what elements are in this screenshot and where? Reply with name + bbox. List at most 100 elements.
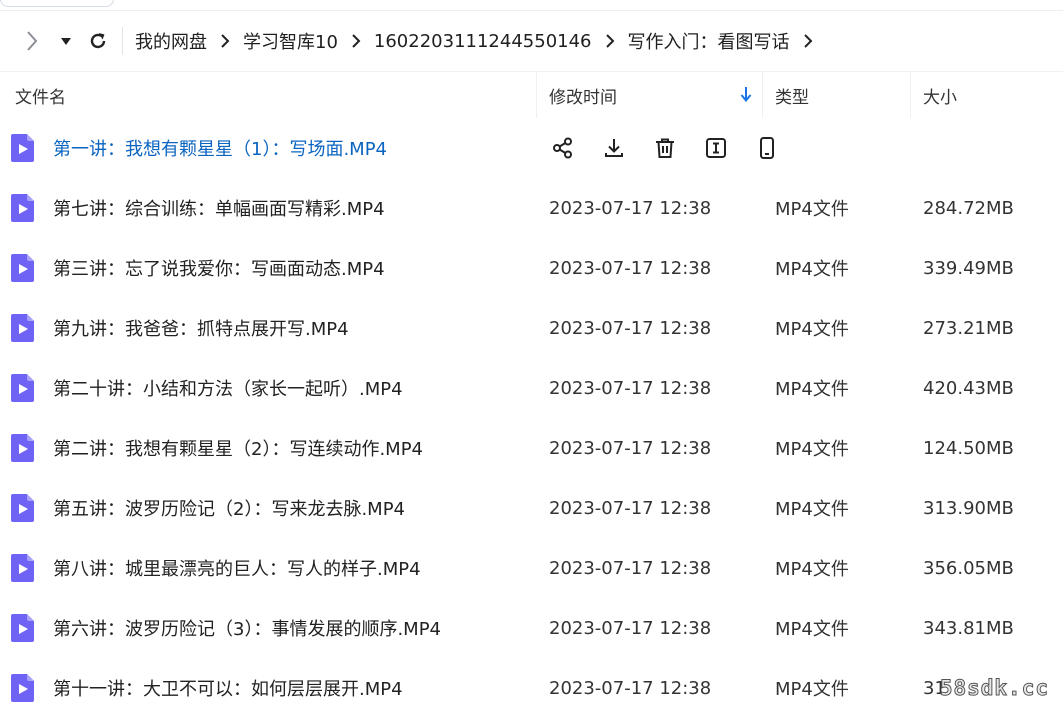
modified-time: 2023-07-17 12:38 [549, 617, 712, 639]
file-size: 339.49MB [923, 257, 1014, 279]
column-header-modified-time[interactable]: 修改时间 [536, 72, 762, 118]
sort-descending-icon [740, 87, 752, 102]
file-name[interactable]: 第八讲：城里最漂亮的巨人：写人的样子.MP4 [53, 555, 421, 581]
video-file-icon [11, 434, 34, 462]
file-name[interactable]: 第二讲：我想有颗星星（2）：写连续动作.MP4 [53, 435, 423, 461]
chevron-right-icon [211, 27, 239, 55]
video-file-icon [11, 254, 34, 282]
video-file-icon [11, 374, 34, 402]
video-file-icon [11, 494, 34, 522]
file-row[interactable]: 第七讲：综合训练：单幅画面写精彩.MP4 2023-07-17 12:38 MP4文… [0, 178, 1063, 238]
file-size: 420.43MB [923, 377, 1014, 399]
row-actions [536, 135, 805, 161]
delete-icon [656, 138, 674, 158]
refresh-icon [90, 33, 106, 49]
file-type: MP4文件 [775, 439, 849, 460]
file-type: MP4文件 [775, 559, 849, 580]
video-file-icon [11, 674, 34, 702]
file-size: 356.05MB [923, 557, 1014, 579]
video-file-icon [11, 134, 34, 162]
file-row[interactable]: 第八讲：城里最漂亮的巨人：写人的样子.MP4 2023-07-17 12:38 MP… [0, 538, 1063, 598]
video-file-icon [11, 614, 34, 642]
modified-time: 2023-07-17 12:38 [549, 497, 712, 519]
rename-button[interactable] [703, 135, 729, 161]
file-type: MP4文件 [775, 499, 849, 520]
file-name-cell[interactable]: 第八讲：城里最漂亮的巨人：写人的样子.MP4 [0, 553, 536, 583]
modified-time: 2023-07-17 12:38 [549, 437, 712, 459]
file-name-cell[interactable]: 第五讲：波罗历险记（2）：写来龙去脉.MP4 [0, 493, 536, 523]
file-name[interactable]: 第二十讲：小结和方法（家长一起听）.MP4 [53, 375, 403, 401]
file-name-cell[interactable]: 第十一讲：大卫不可以：如何层层展开.MP4 [0, 673, 536, 703]
file-row[interactable]: 第五讲：波罗历险记（2）：写来龙去脉.MP4 2023-07-17 12:38 MP… [0, 478, 1063, 538]
share-button[interactable] [550, 135, 576, 161]
rename-icon [706, 138, 726, 158]
nav-divider [122, 27, 123, 55]
file-name[interactable]: 第五讲：波罗历险记（2）：写来龙去脉.MP4 [53, 495, 405, 521]
file-name-cell[interactable]: 第三讲：忘了说我爱你：写画面动态.MP4 [0, 253, 536, 283]
modified-time: 2023-07-17 12:38 [549, 257, 712, 279]
file-name[interactable]: 第六讲：波罗历险记（3）：事情发展的顺序.MP4 [53, 615, 441, 641]
window-tab-edge [0, 0, 114, 7]
breadcrumb: 我的网盘 学习智库10 1602203111244550146 写作入门：看图写… [131, 27, 822, 55]
file-row[interactable]: 第一讲：我想有颗星星（1）：写场面.MP4 [0, 118, 1063, 178]
file-name[interactable]: 第三讲：忘了说我爱你：写画面动态.MP4 [53, 255, 385, 281]
file-row[interactable]: 第九讲：我爸爸：抓特点展开写.MP4 2023-07-17 12:38 MP4文件 2… [0, 298, 1063, 358]
file-name-cell[interactable]: 第九讲：我爸爸：抓特点展开写.MP4 [0, 313, 536, 343]
file-name[interactable]: 第一讲：我想有颗星星（1）：写场面.MP4 [53, 135, 387, 161]
video-file-icon [11, 194, 34, 222]
file-name[interactable]: 第九讲：我爸爸：抓特点展开写.MP4 [53, 315, 349, 341]
file-name-cell[interactable]: 第二十讲：小结和方法（家长一起听）.MP4 [0, 373, 536, 403]
file-row[interactable]: 第三讲：忘了说我爱你：写画面动态.MP4 2023-07-17 12:38 MP4文… [0, 238, 1063, 298]
download-icon [605, 139, 623, 157]
chevron-right-icon[interactable] [794, 27, 822, 55]
delete-button[interactable] [652, 135, 678, 161]
file-size: 273.21MB [923, 317, 1014, 339]
modified-time: 2023-07-17 12:38 [549, 197, 712, 219]
breadcrumb-item-root[interactable]: 我的网盘 [131, 28, 211, 54]
chevron-right-icon [342, 27, 370, 55]
file-size: 313.90MB [923, 497, 1014, 519]
breadcrumb-item-subfolder[interactable]: 1602203111244550146 [370, 31, 596, 52]
breadcrumb-item-current[interactable]: 写作入门：看图写话 [624, 28, 794, 54]
file-type: MP4文件 [775, 199, 849, 220]
file-row[interactable]: 第二十讲：小结和方法（家长一起听）.MP4 2023-07-17 12:38 MP4… [0, 358, 1063, 418]
column-header-type[interactable]: 类型 [762, 72, 910, 118]
file-name-cell[interactable]: 第二讲：我想有颗星星（2）：写连续动作.MP4 [0, 433, 536, 463]
file-row[interactable]: 第十一讲：大卫不可以：如何层层展开.MP4 2023-07-17 12:38 MP4… [0, 658, 1063, 718]
video-file-icon [11, 554, 34, 582]
refresh-button[interactable] [82, 25, 114, 57]
file-size: 284.72MB [923, 197, 1014, 219]
caret-down-icon [61, 38, 71, 45]
breadcrumb-item-folder[interactable]: 学习智库10 [239, 28, 342, 54]
column-header-name[interactable]: 文件名 [0, 72, 536, 118]
modified-time: 2023-07-17 12:38 [549, 377, 712, 399]
file-type: MP4文件 [775, 679, 849, 700]
modified-time: 2023-07-17 12:38 [549, 557, 712, 579]
top-strip [0, 0, 1063, 11]
file-list: 第一讲：我想有颗星星（1）：写场面.MP4 第七讲：综合训练：单幅画面写精彩.MP… [0, 118, 1063, 718]
column-header-row: 文件名 修改时间 类型 大小 [0, 72, 1063, 118]
download-button[interactable] [601, 135, 627, 161]
modified-time: 2023-07-17 12:38 [549, 317, 712, 339]
column-header-size[interactable]: 大小 [910, 72, 1063, 118]
navigation-bar: 我的网盘 学习智库10 1602203111244550146 写作入门：看图写… [0, 11, 1063, 72]
history-dropdown-button[interactable] [50, 25, 82, 57]
video-file-icon [11, 314, 34, 342]
file-name-cell[interactable]: 第七讲：综合训练：单幅画面写精彩.MP4 [0, 193, 536, 223]
forward-button[interactable] [16, 25, 48, 57]
share-icon [553, 137, 572, 159]
file-name[interactable]: 第七讲：综合训练：单幅画面写精彩.MP4 [53, 195, 385, 221]
watermark: 58sdk.cc [939, 676, 1049, 701]
file-type: MP4文件 [775, 319, 849, 340]
file-row[interactable]: 第六讲：波罗历险记（3）：事情发展的顺序.MP4 2023-07-17 12:38… [0, 598, 1063, 658]
phone-icon [760, 137, 774, 159]
file-row[interactable]: 第二讲：我想有颗星星（2）：写连续动作.MP4 2023-07-17 12:38 M… [0, 418, 1063, 478]
file-name-cell[interactable]: 第一讲：我想有颗星星（1）：写场面.MP4 [0, 133, 536, 163]
file-name[interactable]: 第十一讲：大卫不可以：如何层层展开.MP4 [53, 675, 403, 701]
chevron-right-icon [596, 27, 624, 55]
file-type: MP4文件 [775, 379, 849, 400]
file-type: MP4文件 [775, 619, 849, 640]
modified-time: 2023-07-17 12:38 [549, 677, 712, 699]
phone-button[interactable] [754, 135, 780, 161]
file-name-cell[interactable]: 第六讲：波罗历险记（3）：事情发展的顺序.MP4 [0, 613, 536, 643]
